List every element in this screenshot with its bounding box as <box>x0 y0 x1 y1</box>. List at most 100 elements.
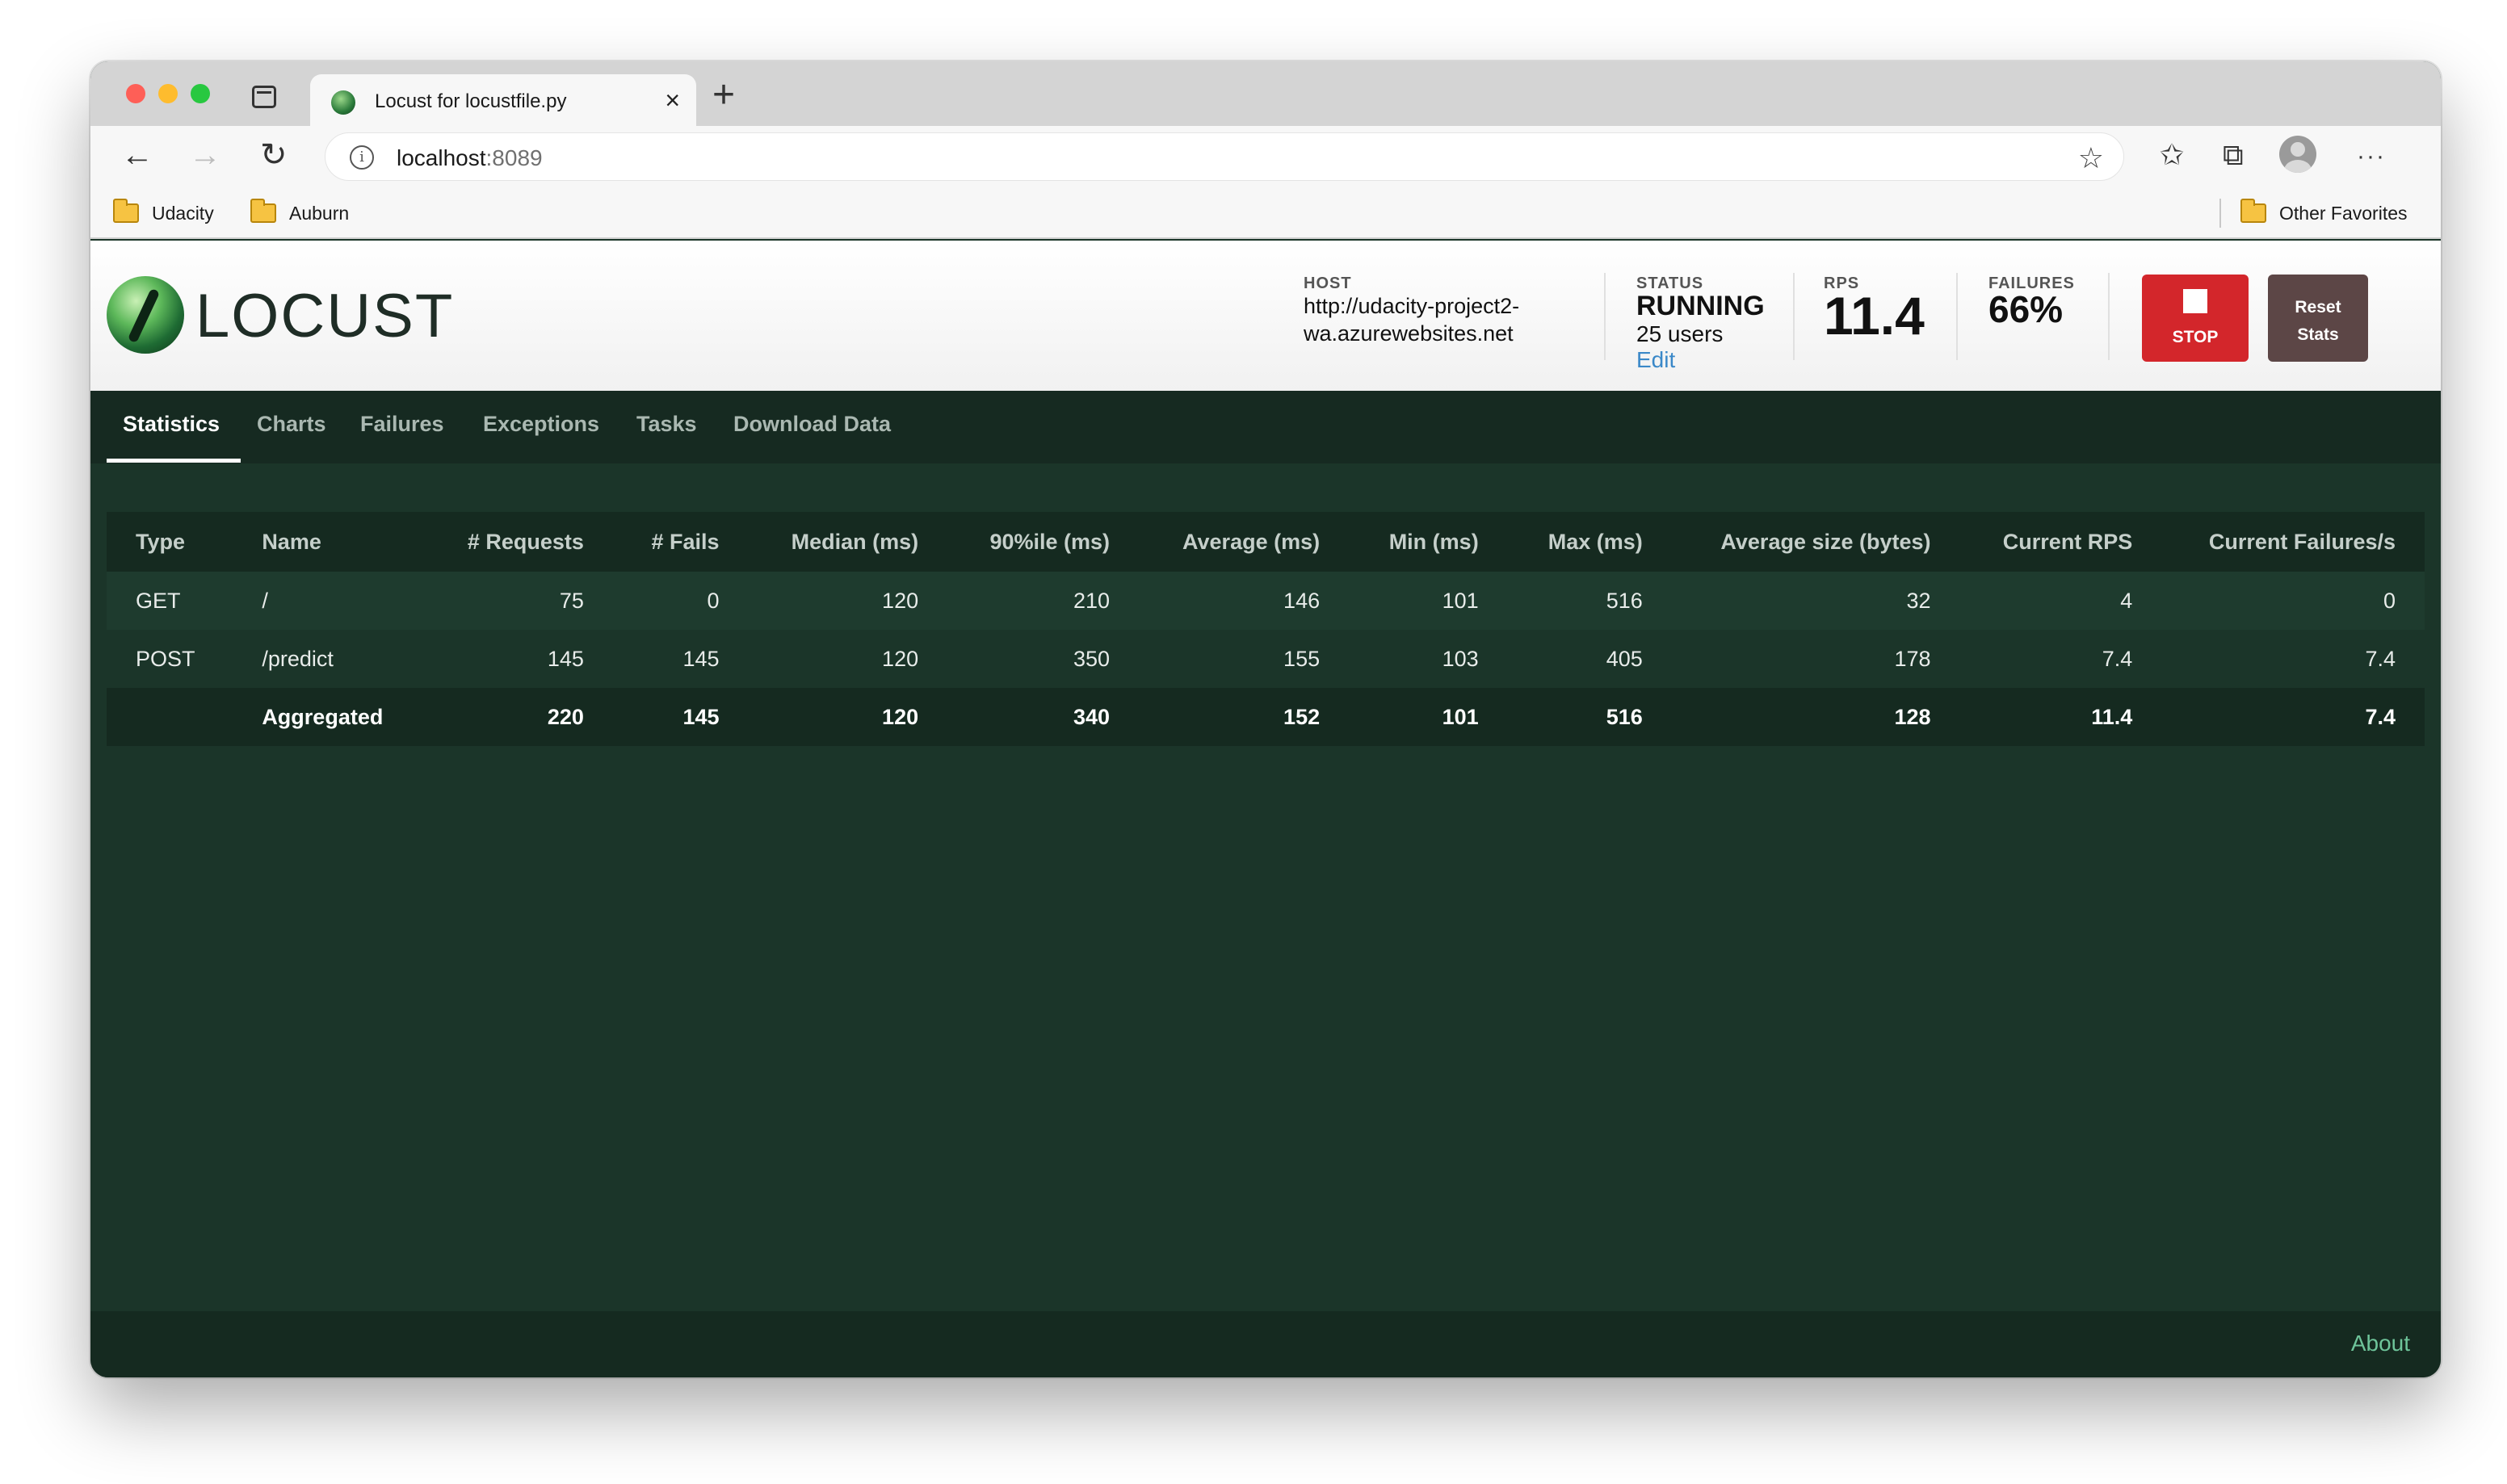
edit-users-link[interactable]: Edit <box>1636 347 1675 373</box>
zoom-window-button[interactable] <box>191 84 210 103</box>
collections-icon[interactable]: ⧉ <box>2223 139 2244 171</box>
locust-logo-icon <box>107 276 184 354</box>
table-cell: 220 <box>425 688 613 746</box>
column-header[interactable]: Average (ms) <box>1139 512 1350 572</box>
table-cell: 75 <box>425 572 613 630</box>
url-port: :8089 <box>485 145 543 170</box>
url-text[interactable]: localhost:8089 <box>397 145 543 171</box>
table-cell: POST <box>107 630 233 688</box>
browser-tab[interactable]: Locust for locustfile.py × <box>310 74 696 126</box>
favorites-icon[interactable]: ✩ <box>2160 139 2184 171</box>
table-cell: 155 <box>1139 630 1350 688</box>
close-window-button[interactable] <box>126 84 145 103</box>
table-cell: 350 <box>947 630 1140 688</box>
browser-window: Locust for locustfile.py × + ← → ↻ i loc… <box>90 61 2441 1377</box>
back-arrow-icon[interactable]: ← <box>121 139 153 171</box>
table-row: POST /predict 145 145 120 350 155 103 40… <box>107 630 2425 688</box>
tab-actions-icon[interactable] <box>252 86 276 108</box>
table-header-row: Type Name # Requests # Fails Median (ms)… <box>107 512 2425 572</box>
bookmark-label: Other Favorites <box>2279 202 2408 224</box>
folder-icon <box>2240 199 2266 223</box>
aggregated-row: Aggregated 220 145 120 340 152 101 516 1… <box>107 688 2425 746</box>
address-bar[interactable]: i localhost:8089 ☆ <box>325 132 2124 181</box>
reload-icon[interactable]: ↻ <box>260 139 288 171</box>
column-header[interactable]: Type <box>107 512 233 572</box>
more-menu-icon[interactable]: ··· <box>2357 140 2386 173</box>
bookmarks-divider <box>2219 199 2221 228</box>
active-tab-indicator <box>107 459 241 463</box>
host-value-line1: http://udacity-project2- <box>1304 294 1520 318</box>
table-cell: GET <box>107 572 233 630</box>
bookmark-label: Udacity <box>152 202 214 224</box>
stats-table: Type Name # Requests # Fails Median (ms)… <box>107 512 2425 746</box>
table-cell: 340 <box>947 688 1140 746</box>
stop-label: STOP <box>2172 328 2219 346</box>
forward-arrow-icon[interactable]: → <box>189 139 221 171</box>
host-label: HOST <box>1304 275 1352 292</box>
host-value-line2: wa.azurewebsites.net <box>1304 321 1514 346</box>
add-favorite-icon[interactable]: ☆ <box>2078 141 2104 175</box>
tab-failures[interactable]: Failures <box>360 412 444 437</box>
header-divider <box>2108 273 2110 360</box>
bookmark-udacity[interactable]: Udacity <box>113 199 214 228</box>
column-header[interactable]: Max (ms) <box>1507 512 1672 572</box>
table-cell: 0 <box>2161 572 2425 630</box>
rps-value: 11.4 <box>1824 286 1925 346</box>
bookmark-other-favorites[interactable]: Other Favorites <box>2240 199 2408 228</box>
header-divider <box>1956 273 1958 360</box>
column-header[interactable]: # Fails <box>612 512 749 572</box>
table-cell: 7.4 <box>2161 688 2425 746</box>
tab-close-icon[interactable]: × <box>665 86 680 115</box>
table-cell: Aggregated <box>233 688 426 746</box>
reset-label-line2: Stats <box>2297 325 2339 344</box>
column-header[interactable]: 90%ile (ms) <box>947 512 1140 572</box>
locust-favicon-icon <box>331 90 355 115</box>
column-header[interactable]: Name <box>233 512 426 572</box>
bookmark-auburn[interactable]: Auburn <box>250 199 349 228</box>
user-count: 25 users <box>1636 321 1724 346</box>
new-tab-icon[interactable]: + <box>712 76 735 115</box>
table-cell: 145 <box>612 688 749 746</box>
site-info-icon[interactable]: i <box>350 145 374 170</box>
locust-nav: Statistics Charts Failures Exceptions Ta… <box>90 391 2441 463</box>
folder-icon <box>250 199 276 223</box>
locust-footer: About <box>90 1311 2441 1377</box>
table-cell: 146 <box>1139 572 1350 630</box>
table-cell: 516 <box>1507 572 1672 630</box>
tab-download-data[interactable]: Download Data <box>733 412 891 437</box>
table-cell: 120 <box>748 630 948 688</box>
stop-button[interactable]: STOP <box>2142 275 2249 362</box>
tab-tasks[interactable]: Tasks <box>636 412 697 437</box>
table-cell: 516 <box>1507 688 1672 746</box>
table-cell: 210 <box>947 572 1140 630</box>
stop-icon <box>2183 289 2207 313</box>
table-cell: 145 <box>425 630 613 688</box>
header-divider <box>1793 273 1795 360</box>
bookmarks-bar: Udacity Auburn Other Favorites <box>90 187 2441 239</box>
minimize-window-button[interactable] <box>158 84 178 103</box>
profile-avatar[interactable] <box>2279 136 2316 173</box>
reset-stats-button[interactable]: Reset Stats <box>2268 275 2368 362</box>
column-header[interactable]: Current RPS <box>1959 512 2162 572</box>
tab-charts[interactable]: Charts <box>257 412 326 437</box>
table-cell: 101 <box>1349 572 1508 630</box>
column-header[interactable]: Current Failures/s <box>2161 512 2425 572</box>
table-cell: 120 <box>748 572 948 630</box>
table-cell: 101 <box>1349 688 1508 746</box>
bookmark-label: Auburn <box>289 202 350 224</box>
column-header[interactable]: Median (ms) <box>748 512 948 572</box>
table-cell <box>107 688 233 746</box>
table-cell: 120 <box>748 688 948 746</box>
column-header[interactable]: # Requests <box>425 512 613 572</box>
table-cell: 11.4 <box>1959 688 2162 746</box>
table-cell: 7.4 <box>1959 630 2162 688</box>
title-bar: Locust for locustfile.py × + <box>90 61 2441 126</box>
column-header[interactable]: Average size (bytes) <box>1671 512 1960 572</box>
tab-statistics[interactable]: Statistics <box>123 412 220 437</box>
table-cell: / <box>233 572 426 630</box>
table-cell: 145 <box>612 630 749 688</box>
column-header[interactable]: Min (ms) <box>1349 512 1508 572</box>
tab-exceptions[interactable]: Exceptions <box>483 412 599 437</box>
about-link[interactable]: About <box>2351 1331 2410 1356</box>
status-value: RUNNING <box>1636 291 1765 321</box>
